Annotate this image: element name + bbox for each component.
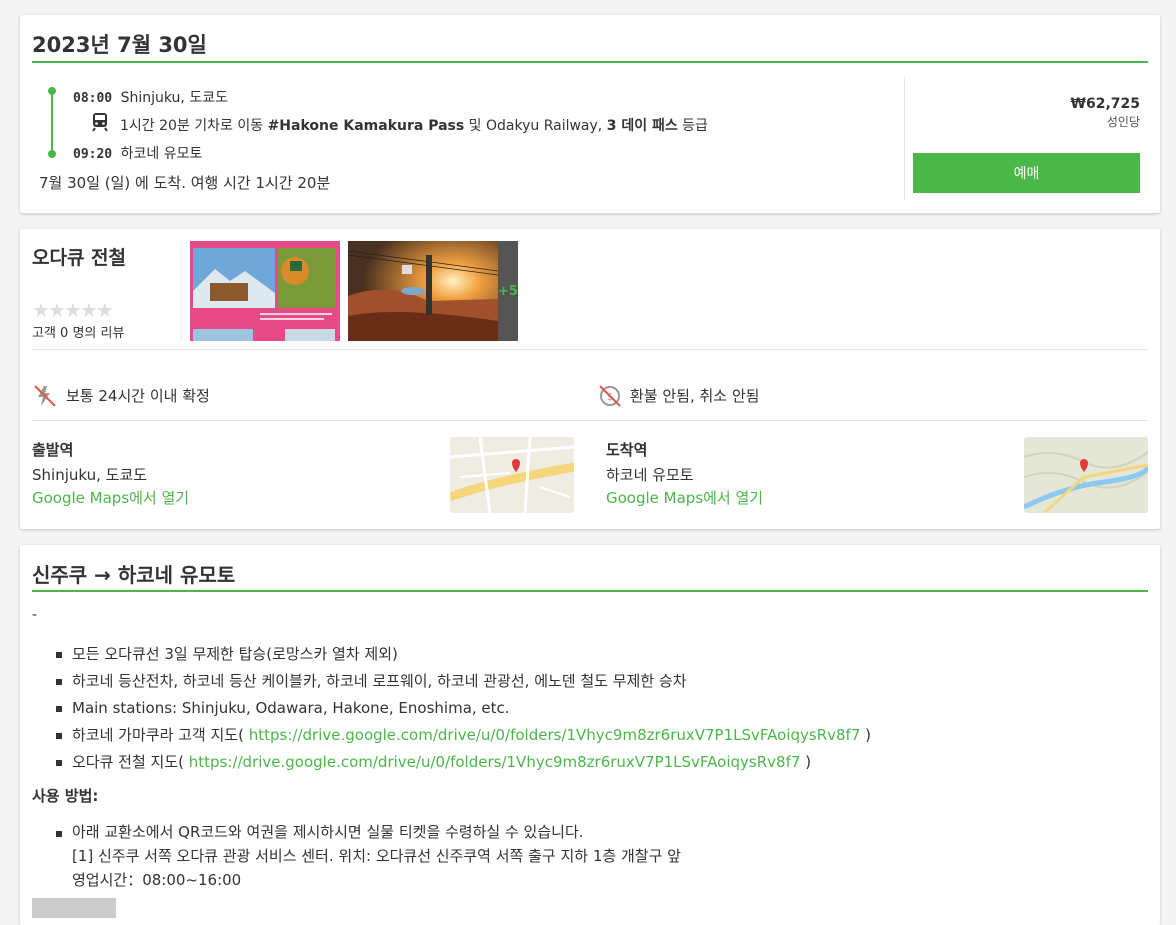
- no-refund-icon: $: [597, 383, 623, 409]
- route-card: 2023년 7월 30일 08:00 Shinjuku, 도쿄도 1시간 20분…: [20, 15, 1160, 213]
- map2-label: 오다큐 전철 지도(: [72, 753, 184, 771]
- arrive-station: 하코네 유모토: [120, 146, 203, 162]
- details-card: 신주쿠 → 하코네 유모토 - 모든 오다큐선 3일 무제한 탑승(로망스카 열…: [20, 545, 1160, 925]
- map1-label: 하코네 가마쿠라 고객 지도(: [72, 726, 244, 744]
- usage-title: 사용 방법:: [32, 787, 99, 805]
- train-icon: [90, 112, 110, 132]
- list-item: 오다큐 전철 지도( https://drive.google.com/driv…: [50, 749, 871, 776]
- timeline-line: [51, 90, 53, 154]
- pass-name: #Hakone Kamakura Pass: [267, 118, 465, 134]
- transfer-duration: 1시간 20분 기차로 이동: [120, 118, 264, 134]
- star-icon: ★: [63, 298, 82, 322]
- section-tag: [32, 898, 116, 918]
- depart-dot: [48, 87, 56, 95]
- section-divider: [32, 349, 1148, 350]
- more-photos-button[interactable]: +5: [498, 241, 518, 341]
- usage-list: 아래 교환소에서 QR코드와 여권을 제시하시면 실물 티켓을 수령하실 수 있…: [50, 820, 681, 892]
- map1-link[interactable]: https://drive.google.com/drive/u/0/folde…: [249, 726, 861, 744]
- map2-link[interactable]: https://drive.google.com/drive/u/0/folde…: [189, 753, 801, 771]
- arrive-time: 09:20: [73, 147, 113, 162]
- arrive-dot: [48, 150, 56, 158]
- arrival-heading: 도착역: [606, 441, 648, 459]
- title-divider: [32, 590, 1148, 592]
- photo-thumbnail[interactable]: [190, 241, 340, 341]
- transfer-conj: 및: [468, 118, 482, 134]
- departure-map[interactable]: [450, 437, 574, 513]
- list-item: 아래 교환소에서 QR코드와 여권을 제시하시면 실물 티켓을 수령하실 수 있…: [50, 820, 681, 892]
- review-count: 고객 0 명의 리뷰: [32, 326, 125, 341]
- rating-stars: ★★★★★: [32, 298, 114, 322]
- arrive-row: 09:20 하코네 유모토: [73, 143, 202, 163]
- arrival-map-link[interactable]: Google Maps에서 열기: [606, 487, 763, 508]
- departure-heading: 출발역: [32, 441, 74, 459]
- operator-card: 오다큐 전철 ★★★★★ 고객 0 명의 리뷰 +5 보통 24시간 이내 확정…: [20, 229, 1160, 529]
- title-divider: [32, 61, 1148, 63]
- depart-station: Shinjuku, 도쿄도: [120, 90, 228, 106]
- confirm-feature: 보통 24시간 이내 확정: [66, 387, 210, 405]
- list-item: 하코네 등산전차, 하코네 등산 케이블카, 하코네 로프웨이, 하코네 관광선…: [50, 668, 871, 695]
- operator-divider: [181, 241, 182, 341]
- book-button[interactable]: 예매: [913, 153, 1140, 193]
- star-icon: ★: [79, 298, 98, 322]
- list-item: Main stations: Shinjuku, Odawara, Hakone…: [50, 695, 871, 722]
- departure-map-link[interactable]: Google Maps에서 열기: [32, 487, 189, 508]
- map2-close: ): [805, 753, 812, 771]
- date-title: 2023년 7월 30일: [32, 33, 207, 57]
- star-icon: ★: [95, 298, 114, 322]
- railway-name: Odakyu Railway,: [486, 118, 603, 134]
- star-icon: ★: [47, 298, 66, 322]
- pass-grade: 등급: [682, 118, 708, 134]
- section-divider: [32, 420, 1148, 421]
- arrival-station: 하코네 유모토: [606, 466, 694, 484]
- arrival-summary: 7월 30일 (일) 에 도착. 여행 시간 1시간 20분: [39, 174, 331, 192]
- pass-days: 3 데이 패스: [606, 118, 678, 134]
- map1-close: ): [865, 726, 872, 744]
- route-title: 신주쿠 → 하코네 유모토: [32, 563, 236, 587]
- photo-thumbnail[interactable]: [348, 241, 498, 341]
- features-list: 모든 오다큐선 3일 무제한 탑승(로망스카 열차 제외) 하코네 등산전차, …: [50, 641, 871, 776]
- operator-name: 오다큐 전철: [32, 247, 127, 269]
- no-instant-confirm-icon: [32, 383, 58, 409]
- depart-row: 08:00 Shinjuku, 도쿄도: [73, 87, 228, 107]
- usage-line: [1] 신주쿠 서쪽 오다큐 관광 서비스 센터. 위치: 오다큐선 신주쿠역 …: [72, 847, 681, 865]
- depart-time: 08:00: [73, 91, 113, 106]
- list-item: 모든 오다큐선 3일 무제한 탑승(로망스카 열차 제외): [50, 641, 871, 668]
- usage-line: 영업시간：08:00~16:00: [72, 871, 242, 889]
- usage-line: 아래 교환소에서 QR코드와 여권을 제시하시면 실물 티켓을 수령하실 수 있…: [72, 823, 584, 841]
- price-unit: 성인당: [1106, 115, 1140, 129]
- price-divider: [904, 77, 905, 201]
- star-icon: ★: [32, 298, 50, 322]
- list-item: 하코네 가마쿠라 고객 지도( https://drive.google.com…: [50, 722, 871, 749]
- refund-feature: 환불 안됨, 취소 안됨: [630, 387, 760, 405]
- arrival-map[interactable]: [1024, 437, 1148, 513]
- transfer-info: 1시간 20분 기차로 이동 #Hakone Kamakura Pass 및 O…: [120, 115, 708, 135]
- departure-station: Shinjuku, 도쿄도: [32, 466, 148, 484]
- dash-text: -: [32, 607, 38, 623]
- price: ₩62,725: [1070, 96, 1140, 112]
